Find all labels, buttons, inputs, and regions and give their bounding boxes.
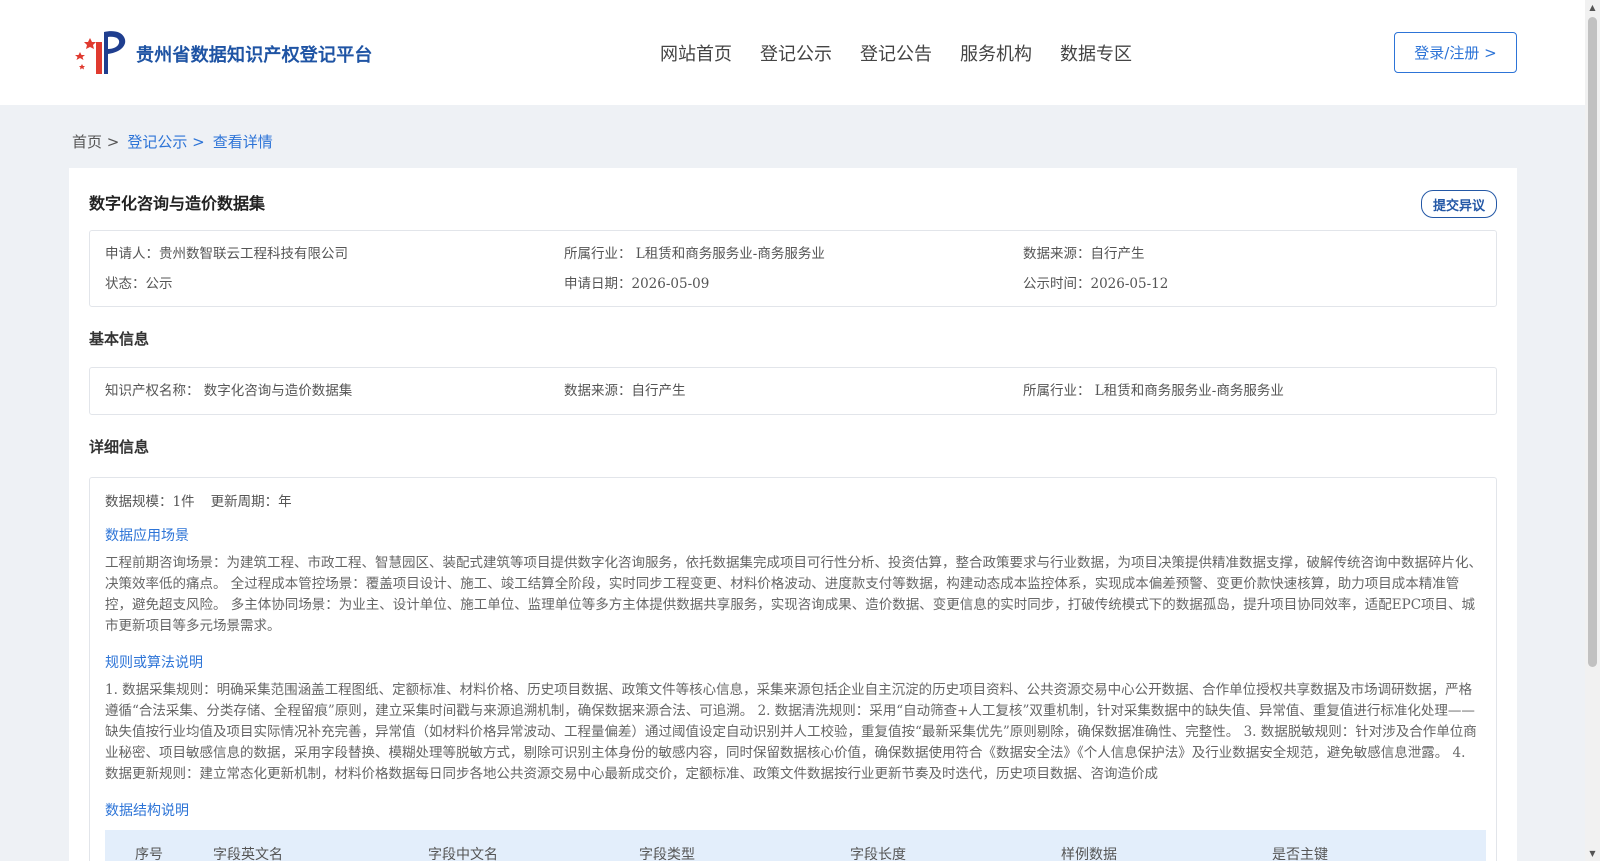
nav-item-publicity[interactable]: 登记公示	[760, 40, 832, 66]
basic-info-heading: 基本信息	[89, 330, 150, 348]
basic-ip-name: 知识产权名称： 数字化咨询与造价数据集	[105, 383, 353, 399]
summary-publicity-time: 公示时间：2026-05-12	[1023, 276, 1169, 292]
update-cycle: 更新周期：年	[210, 494, 292, 510]
breadcrumb-home[interactable]: 首页 >	[72, 131, 119, 152]
title-row: 数字化咨询与造价数据集 提交异议	[89, 190, 1497, 218]
breadcrumb-detail: 查看详情	[212, 133, 273, 151]
detail-info-heading: 详细信息	[89, 438, 150, 456]
scenario-text: 工程前期咨询场景：为建筑工程、市政工程、智慧园区、装配式建筑等项目提供数字化咨询…	[105, 555, 1482, 634]
summary-applicant: 申请人：贵州数智联云工程科技有限公司	[105, 246, 348, 262]
top-header: 贵州省数据知识产权登记平台 网站首页 登记公示 登记公告 服务机构 数据专区 登…	[0, 0, 1585, 105]
summary-apply-date: 申请日期：2026-05-09	[564, 276, 710, 292]
nav-item-home[interactable]: 网站首页	[660, 40, 732, 66]
scale-row: 数据规模：1件 更新周期：年	[105, 490, 308, 510]
detail-info-box: 数据规模：1件 更新周期：年 数据应用场景 工程前期咨询场景：为建筑工程、市政工…	[89, 477, 1497, 861]
site-title: 贵州省数据知识产权登记平台	[136, 45, 373, 66]
column-header-index: 序号	[135, 847, 163, 861]
data-scale: 数据规模：1件	[105, 494, 195, 510]
scenario-heading: 数据应用场景	[105, 528, 189, 544]
rules-text: 1. 数据采集规则：明确采集范围涵盖工程图纸、定额标准、材料价格、历史项目数据、…	[105, 682, 1477, 782]
breadcrumb-publicity[interactable]: 登记公示 >	[127, 131, 204, 152]
column-header-primary-key: 是否主键	[1272, 847, 1328, 861]
structure-table-header: 序号 字段英文名 字段中文名 字段类型 字段长度 样例数据 是否主键	[105, 830, 1486, 861]
summary-source: 数据来源：自行产生	[1023, 246, 1145, 262]
column-header-type: 字段类型	[639, 847, 695, 861]
detail-card: 数字化咨询与造价数据集 提交异议 申请人：贵州数智联云工程科技有限公司 所属行业…	[69, 168, 1517, 861]
column-header-length: 字段长度	[850, 847, 906, 861]
nav-item-service-agencies[interactable]: 服务机构	[960, 40, 1032, 66]
scroll-up-arrow-icon[interactable]: ▲	[1585, 0, 1600, 15]
page-scrollbar[interactable]: ▲ ▼	[1585, 0, 1600, 861]
logo-emblem-icon	[72, 28, 132, 80]
main-nav: 网站首页 登记公示 登记公告 服务机构 数据专区	[660, 40, 1160, 66]
summary-box: 申请人：贵州数智联云工程科技有限公司 所属行业： L租赁和商务服务业-商务服务业…	[89, 230, 1497, 307]
nav-item-announcement[interactable]: 登记公告	[860, 40, 932, 66]
summary-industry: 所属行业： L租赁和商务服务业-商务服务业	[564, 246, 825, 262]
structure-heading: 数据结构说明	[105, 803, 189, 819]
column-header-sample: 样例数据	[1061, 847, 1117, 861]
rules-heading: 规则或算法说明	[105, 655, 203, 671]
summary-status: 状态：公示	[105, 276, 173, 292]
basic-industry: 所属行业： L租赁和商务服务业-商务服务业	[1023, 383, 1284, 399]
column-header-chinese-name: 字段中文名	[428, 847, 498, 861]
nav-item-data-zone[interactable]: 数据专区	[1060, 40, 1132, 66]
basic-info-box: 知识产权名称： 数字化咨询与造价数据集 数据来源：自行产生 所属行业： L租赁和…	[89, 367, 1497, 415]
breadcrumb: 首页 > 登记公示 > 查看详情	[72, 131, 281, 152]
page-title: 数字化咨询与造价数据集	[89, 194, 266, 213]
column-header-english-name: 字段英文名	[213, 847, 283, 861]
basic-source: 数据来源：自行产生	[564, 383, 686, 399]
submit-objection-button[interactable]: 提交异议	[1421, 190, 1497, 218]
scrollbar-thumb[interactable]	[1588, 17, 1597, 667]
site-logo[interactable]: 贵州省数据知识产权登记平台	[72, 28, 373, 80]
scroll-down-arrow-icon[interactable]: ▼	[1585, 846, 1600, 861]
login-register-button[interactable]: 登录/注册 >	[1394, 32, 1517, 73]
